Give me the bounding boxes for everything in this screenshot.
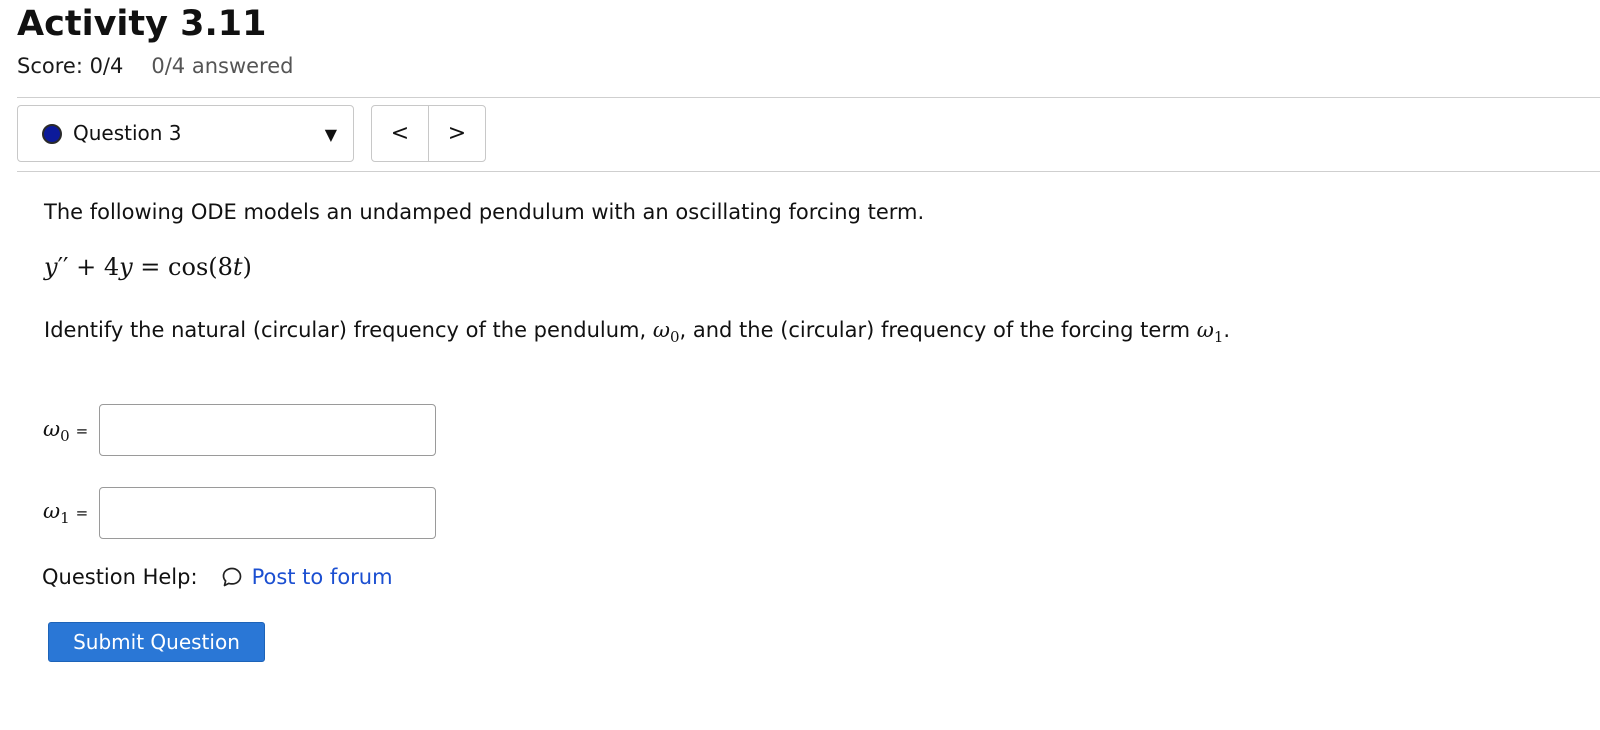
question-prompt: Identify the natural (circular) frequenc… (44, 314, 1304, 354)
question-select-label: Question 3 (73, 121, 182, 145)
divider-top (17, 97, 1600, 98)
caret-down-icon: ▼ (324, 125, 337, 144)
omega0-input[interactable] (99, 404, 436, 456)
prompt-part2: , and the (circular) frequency of the fo… (679, 318, 1197, 342)
question-status-dot (42, 124, 62, 144)
omega0-symbol: ω0 (652, 318, 680, 347)
page-title: Activity 3.11 (17, 4, 267, 44)
eq-rhs-var: t (232, 253, 243, 281)
eq-rhs-close: ) (242, 253, 252, 281)
omega1-input[interactable] (99, 487, 436, 539)
answered-count: 0/4 answered (151, 54, 294, 78)
post-to-forum-link[interactable]: Post to forum (252, 565, 393, 589)
omega1-label: ω1 = (43, 499, 89, 528)
omega1-symbol: ω1 (1196, 318, 1224, 347)
eq-primes: ′′ (57, 253, 69, 281)
eq-plus-term: + 4 (68, 253, 120, 281)
eq-rhs-func: cos(8 (168, 253, 233, 281)
divider-bottom (17, 171, 1600, 172)
score-line: Score: 0/4 0/4 answered (17, 54, 293, 78)
ode-equation: y′′ + 4y = cos(8t) (44, 253, 252, 281)
question-help: Question Help: Post to forum (42, 565, 393, 589)
eq-var-y2: y (119, 253, 133, 281)
eq-equals: = (132, 253, 169, 281)
prompt-part1: Identify the natural (circular) frequenc… (44, 318, 653, 342)
score-text: Score: 0/4 (17, 54, 124, 78)
next-question-button[interactable]: > (429, 106, 485, 161)
prompt-end: . (1223, 318, 1231, 342)
question-intro: The following ODE models an undamped pen… (44, 200, 925, 224)
question-select[interactable]: Question 3 ▼ (17, 105, 354, 162)
previous-question-button[interactable]: < (372, 106, 429, 161)
speech-bubble-icon[interactable] (220, 565, 244, 589)
eq-var-y: y (44, 253, 58, 281)
question-help-label: Question Help: (42, 565, 198, 589)
submit-question-button[interactable]: Submit Question (48, 622, 265, 662)
question-nav-group: < > (371, 105, 486, 162)
omega0-label: ω0 = (43, 417, 89, 446)
